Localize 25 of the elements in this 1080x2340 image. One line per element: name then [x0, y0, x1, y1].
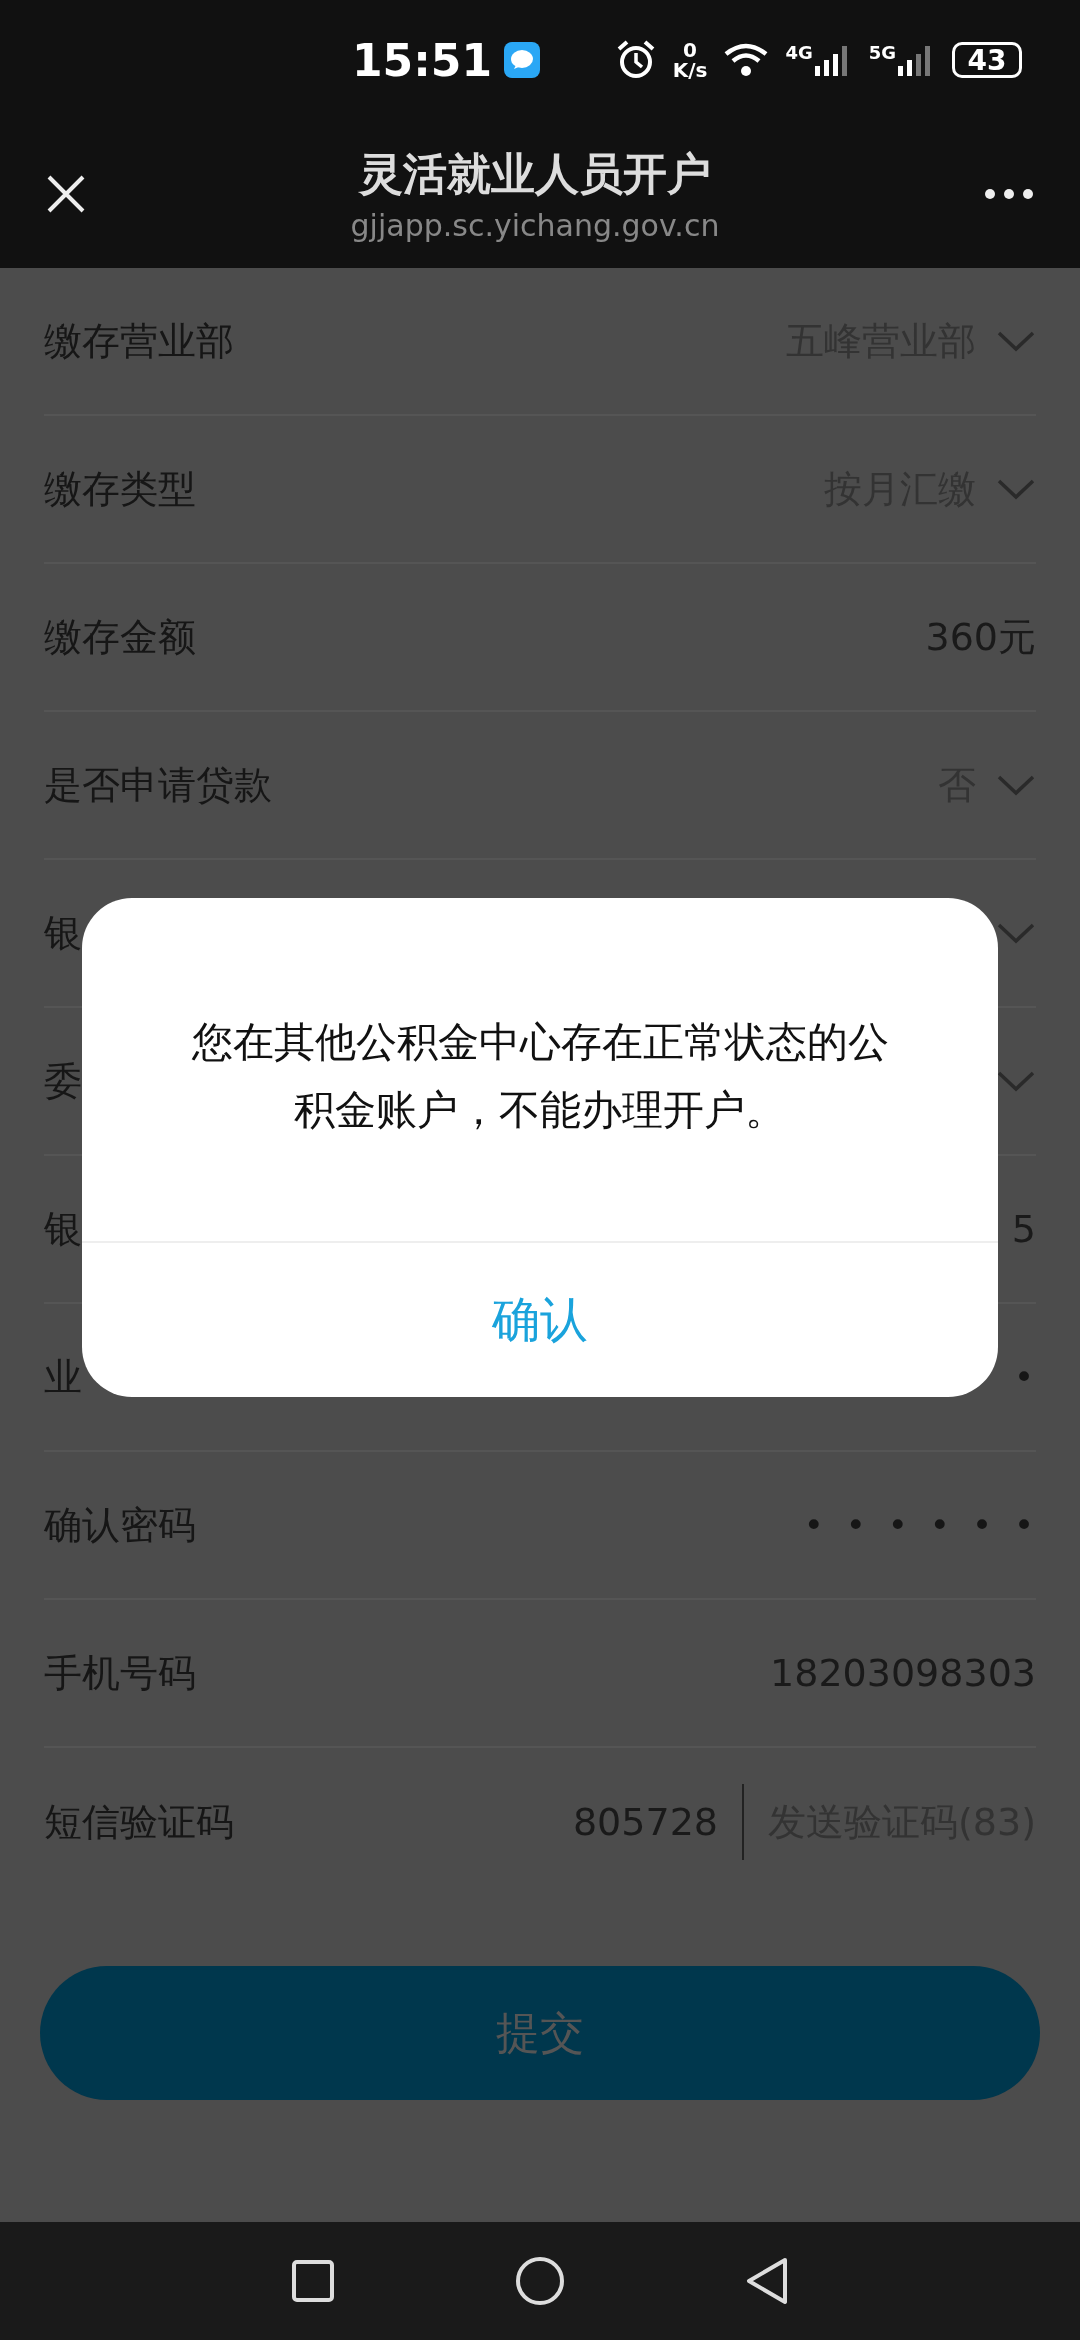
- chevron-down-icon: [996, 773, 1036, 797]
- dialog-message: 您在其他公积金中心存在正常状态的公积金账户，不能办理开户。: [190, 1017, 890, 1136]
- network-type: 4G: [785, 42, 813, 63]
- page-title: 灵活就业人员开户: [359, 147, 711, 201]
- circle-icon[interactable]: [515, 2256, 565, 2306]
- net-speed-unit: K/s: [672, 60, 708, 80]
- page-url: gjjapp.sc.yichang.gov.cn: [350, 208, 720, 243]
- confirm-button[interactable]: 确认: [82, 1241, 998, 1397]
- network-type: 5G: [868, 42, 896, 63]
- net-speed-value: 0: [683, 40, 697, 60]
- more-icon: [984, 188, 1034, 200]
- wifi-icon: [723, 42, 770, 78]
- password-value[interactable]: ••••••: [803, 1505, 1056, 1545]
- battery-level: 43: [952, 42, 1022, 78]
- password-value[interactable]: •: [1013, 1357, 1056, 1397]
- chevron-down-icon: [996, 1069, 1036, 1093]
- square-icon[interactable]: [291, 2259, 335, 2303]
- message-icon: [504, 42, 541, 78]
- status-time: 15:51: [352, 34, 493, 86]
- back-icon[interactable]: [745, 2256, 789, 2306]
- close-icon: [46, 174, 86, 214]
- submit-button[interactable]: 提交: [40, 1966, 1040, 2100]
- chevron-down-icon: [996, 329, 1036, 353]
- chevron-down-icon: [996, 921, 1036, 945]
- chevron-down-icon: [996, 477, 1036, 501]
